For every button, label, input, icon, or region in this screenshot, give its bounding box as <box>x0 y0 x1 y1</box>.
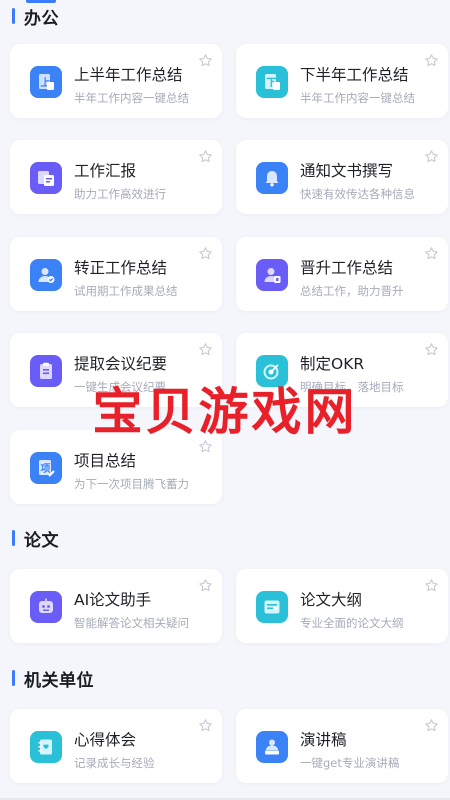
star-icon[interactable] <box>197 577 213 593</box>
card-subtitle: 总结工作，助力晋升 <box>300 284 404 298</box>
star-icon[interactable] <box>423 717 439 733</box>
card-work-report[interactable]: 工作汇报 助力工作高效进行 <box>10 140 222 214</box>
section-title: 机关单位 <box>24 670 94 691</box>
user-check-icon <box>30 259 62 291</box>
card-title: 项目总结 <box>74 452 137 470</box>
card-promotion-summary[interactable]: 晋升工作总结 总结工作，助力晋升 <box>236 237 448 311</box>
star-icon[interactable] <box>423 577 439 593</box>
project-icon: 项 <box>30 452 62 484</box>
card-subtitle: 试用期工作成果总结 <box>74 284 178 298</box>
report-icon <box>30 162 62 194</box>
card-title: 论文大纲 <box>300 591 363 609</box>
card-subtitle: 明确目标，落地目标 <box>300 380 404 394</box>
card-subtitle: 智能解答论文相关疑问 <box>74 616 189 630</box>
card-subtitle: 助力工作高效进行 <box>74 187 166 201</box>
star-icon[interactable] <box>423 148 439 164</box>
card-title: 下半年工作总结 <box>300 66 409 84</box>
star-icon[interactable] <box>197 245 213 261</box>
card-subtitle: 记录成长与经验 <box>74 756 155 770</box>
card-ai-thesis-assistant[interactable]: AI论文助手 智能解答论文相关疑问 <box>10 569 222 643</box>
star-icon[interactable] <box>197 717 213 733</box>
card-meeting-minutes[interactable]: 提取会议纪要 一键生成会议纪要 <box>10 333 222 407</box>
card-second-half-summary[interactable]: 下 下半年工作总结 半年工作内容一键总结 <box>236 44 448 118</box>
section-bar <box>12 8 15 24</box>
target-icon <box>256 355 288 387</box>
section-title: 办公 <box>24 8 59 29</box>
card-title: 工作汇报 <box>74 162 137 180</box>
card-title: 上半年工作总结 <box>74 66 183 84</box>
card-speech-draft[interactable]: 演讲稿 一键get专业演讲稿 <box>236 709 448 783</box>
star-icon[interactable] <box>423 341 439 357</box>
star-icon[interactable] <box>197 438 213 454</box>
document-up-icon: 上 <box>30 66 62 98</box>
card-title: 制定OKR <box>300 355 365 373</box>
card-thesis-outline[interactable]: 论文大纲 专业全面的论文大纲 <box>236 569 448 643</box>
document-down-icon: 下 <box>256 66 288 98</box>
notebook-icon <box>30 731 62 763</box>
card-title: 转正工作总结 <box>74 259 168 277</box>
bell-icon <box>256 162 288 194</box>
star-icon[interactable] <box>197 148 213 164</box>
card-project-summary[interactable]: 项 项目总结 为下一次项目腾飞蓄力 <box>10 430 222 504</box>
card-notice-writing[interactable]: 通知文书撰写 快速有效传达各种信息 <box>236 140 448 214</box>
star-icon[interactable] <box>197 52 213 68</box>
card-first-half-summary[interactable]: 上 上半年工作总结 半年工作内容一键总结 <box>10 44 222 118</box>
card-title: 提取会议纪要 <box>74 355 168 373</box>
svg-text:项: 项 <box>41 463 51 475</box>
card-subtitle: 半年工作内容一键总结 <box>74 91 189 105</box>
card-title: 通知文书撰写 <box>300 162 394 180</box>
card-subtitle: 半年工作内容一键总结 <box>300 91 415 105</box>
outline-icon <box>256 591 288 623</box>
star-icon[interactable] <box>423 52 439 68</box>
star-icon[interactable] <box>423 245 439 261</box>
section-header-thesis: 论文 <box>12 527 59 551</box>
card-subtitle: 为下一次项目腾飞蓄力 <box>74 477 189 491</box>
card-title: AI论文助手 <box>74 591 152 609</box>
card-title: 演讲稿 <box>300 731 347 749</box>
ai-robot-icon <box>30 591 62 623</box>
section-header-office: 办公 <box>12 5 59 29</box>
card-subtitle: 快速有效传达各种信息 <box>300 187 415 201</box>
section-bar <box>12 530 15 546</box>
speaker-icon <box>256 731 288 763</box>
card-title: 晋升工作总结 <box>300 259 394 277</box>
card-title: 心得体会 <box>74 731 137 749</box>
section-title: 论文 <box>24 530 59 551</box>
star-icon[interactable] <box>197 341 213 357</box>
card-subtitle: 一键get专业演讲稿 <box>300 756 400 770</box>
card-subtitle: 一键生成会议纪要 <box>74 380 166 394</box>
section-bar <box>12 670 15 686</box>
card-probation-summary[interactable]: 转正工作总结 试用期工作成果总结 <box>10 237 222 311</box>
card-reflections[interactable]: 心得体会 记录成长与经验 <box>10 709 222 783</box>
card-okr[interactable]: 制定OKR 明确目标，落地目标 <box>236 333 448 407</box>
user-promote-icon <box>256 259 288 291</box>
section-header-government: 机关单位 <box>12 667 94 691</box>
card-subtitle: 专业全面的论文大纲 <box>300 616 404 630</box>
clipboard-icon <box>30 355 62 387</box>
